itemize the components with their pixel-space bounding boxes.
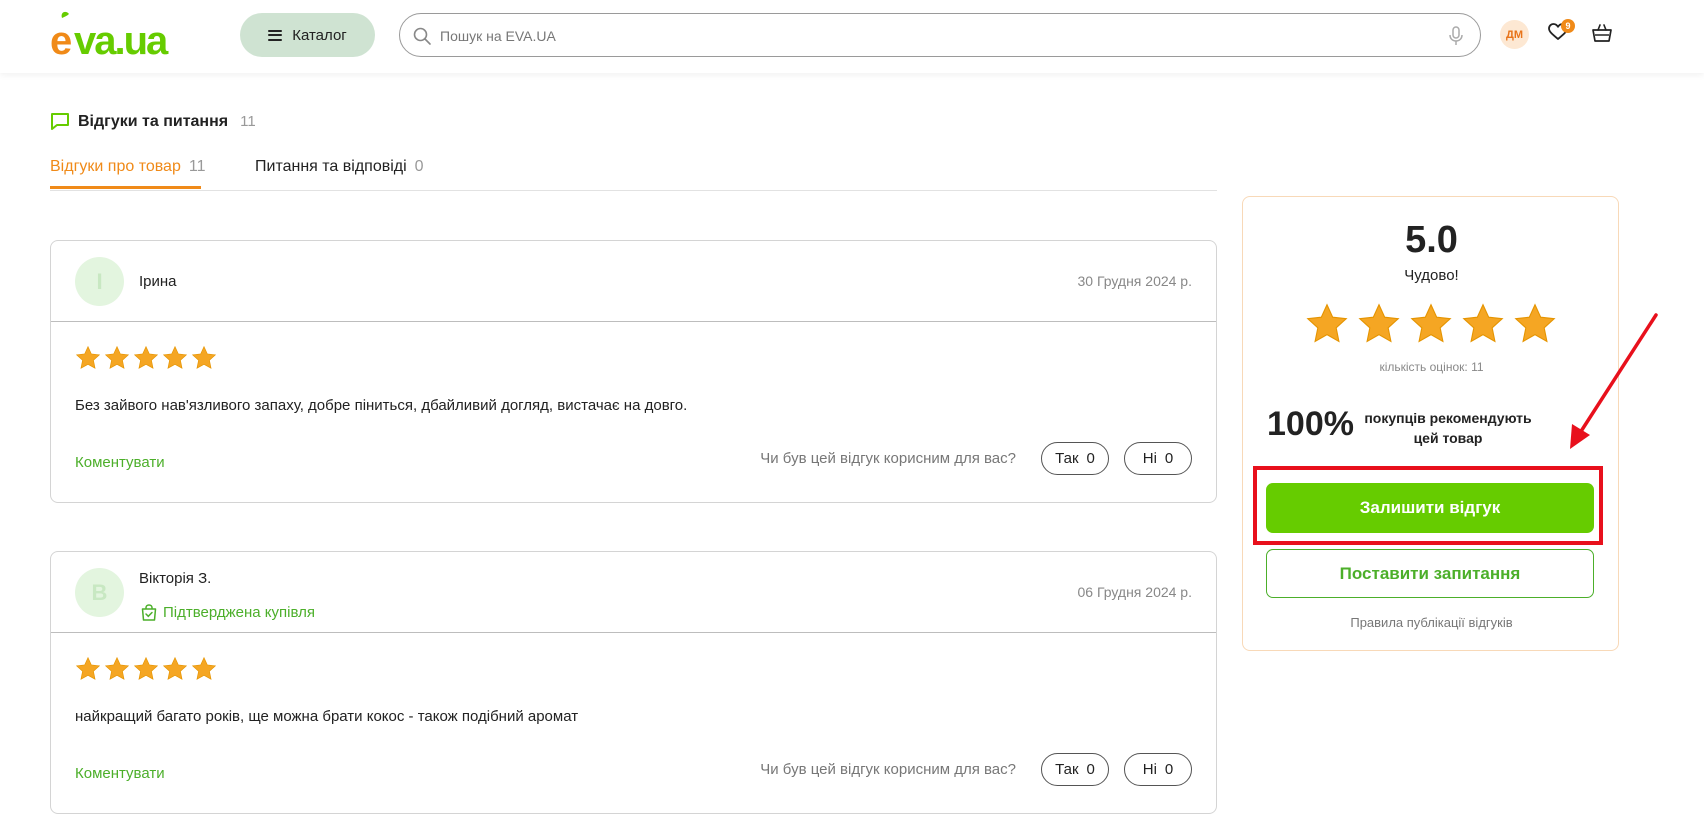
top-header: e va.ua Каталог ДМ 9 <box>0 0 1704 73</box>
cart-icon[interactable] <box>1592 24 1612 42</box>
reviewer-avatar: В <box>75 568 124 617</box>
review-tabs: Відгуки про товар 11 Питання та відповід… <box>50 158 1217 191</box>
no-count: 0 <box>1164 761 1174 778</box>
star-icon <box>75 656 101 680</box>
review-stars <box>75 345 217 371</box>
star-icon <box>162 345 188 369</box>
review-stars <box>75 656 217 682</box>
helpful-yes-button[interactable]: Так 0 <box>1041 442 1109 475</box>
section-title-text: Відгуки та питання <box>78 112 229 130</box>
comment-link[interactable]: Коментувати <box>75 765 165 782</box>
menu-icon <box>268 29 283 41</box>
recommend-percent: 100% <box>1267 405 1354 443</box>
yes-count: 0 <box>1086 761 1095 778</box>
star-icon <box>75 345 101 369</box>
svg-text:va.ua: va.ua <box>74 19 169 60</box>
review-date: 30 Грудня 2024 р. <box>1077 273 1192 289</box>
reviews-section-title: Відгуки та питання 11 <box>50 112 256 131</box>
star-icon <box>162 656 188 680</box>
section-count: 11 <box>240 113 256 130</box>
yes-count: 0 <box>1086 450 1095 467</box>
reviewer-name: Вікторія З. <box>139 570 212 587</box>
shopping-bag-check-icon <box>141 604 157 621</box>
review-text: найкращий багато років, ще можна брати к… <box>75 708 579 725</box>
ask-question-button[interactable]: Поставити запитання <box>1266 549 1594 598</box>
star-icon <box>191 656 217 680</box>
tab-reviews-count: 11 <box>188 158 206 175</box>
helpful-no-button[interactable]: Ні 0 <box>1124 442 1192 475</box>
score-label: Чудово! <box>1404 267 1459 284</box>
yes-label: Так <box>1055 761 1079 778</box>
svg-text:e: e <box>50 19 71 60</box>
comment-link[interactable]: Коментувати <box>75 454 165 471</box>
search-input[interactable] <box>440 24 1400 48</box>
verified-label: Підтверджена купівля <box>163 604 315 621</box>
recommend-text: покупців рекомендують цей товар <box>1364 410 1532 446</box>
yes-label: Так <box>1055 450 1079 467</box>
microphone-icon[interactable] <box>1448 26 1464 46</box>
user-avatar[interactable]: ДМ <box>1500 20 1529 49</box>
helpful-yes-button[interactable]: Так 0 <box>1041 753 1109 786</box>
search-icon <box>413 27 431 45</box>
search-bar <box>399 13 1481 57</box>
tab-reviews-label: Відгуки про товар <box>50 158 181 175</box>
catalog-label: Каталог <box>292 26 347 44</box>
star-icon <box>1410 303 1452 343</box>
review-card: В Вікторія З. Підтверджена купівля 06 Гр… <box>50 551 1217 814</box>
star-icon <box>1358 303 1400 343</box>
red-arrow-annotation <box>1570 313 1658 449</box>
review-header: В Вікторія З. Підтверджена купівля 06 Гр… <box>51 552 1216 633</box>
verified-purchase: Підтверджена купівля <box>141 604 315 621</box>
tab-questions-label: Питання та відповіді <box>255 158 407 175</box>
summary-stars <box>1305 302 1557 346</box>
star-icon <box>1514 303 1556 343</box>
review-card: І Ірина 30 Грудня 2024 р. Без зайвого на… <box>50 240 1217 503</box>
review-header: І Ірина 30 Грудня 2024 р. <box>51 241 1216 322</box>
chat-bubble-icon <box>51 113 69 130</box>
star-icon <box>133 345 159 369</box>
review-date: 06 Грудня 2024 р. <box>1077 584 1192 600</box>
average-score: 5.0 <box>1405 219 1458 261</box>
helpful-question: Чи був цей відгук корисним для вас? <box>760 761 1016 778</box>
star-icon <box>1462 303 1504 343</box>
no-count: 0 <box>1164 450 1174 467</box>
helpful-question: Чи був цей відгук корисним для вас? <box>760 450 1016 467</box>
review-text: Без зайвого нав'язливого запаху, добре п… <box>75 397 688 414</box>
eva-logo[interactable]: e va.ua <box>50 10 200 60</box>
tab-reviews[interactable]: Відгуки про товар 11 <box>50 158 206 189</box>
tab-questions-count: 0 <box>414 158 424 175</box>
review-rules-link[interactable]: Правила публікації відгуків <box>1243 615 1620 630</box>
star-icon <box>133 656 159 680</box>
helpful-no-button[interactable]: Ні 0 <box>1124 753 1192 786</box>
no-label: Ні <box>1142 450 1157 467</box>
star-icon <box>104 345 130 369</box>
star-icon <box>191 345 217 369</box>
highlight-box <box>1253 466 1603 545</box>
catalog-button[interactable]: Каталог <box>240 13 375 57</box>
wishlist-count-badge: 9 <box>1561 19 1575 33</box>
reviewer-avatar: І <box>75 257 124 306</box>
reviewer-name: Ірина <box>139 273 177 290</box>
tab-questions[interactable]: Питання та відповіді 0 <box>255 158 424 176</box>
star-icon <box>1306 303 1348 343</box>
no-label: Ні <box>1142 761 1157 778</box>
star-icon <box>104 656 130 680</box>
